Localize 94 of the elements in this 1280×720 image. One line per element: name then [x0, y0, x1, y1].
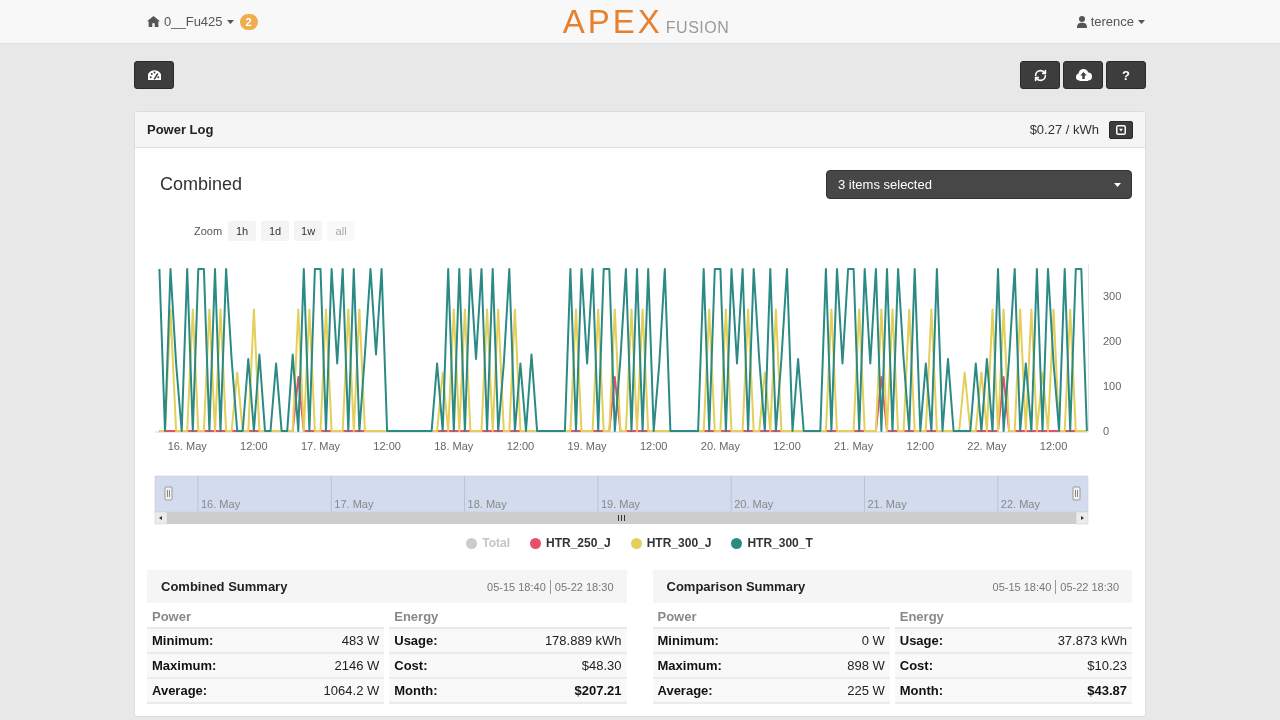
- site-menu-link[interactable]: 0__Fu425: [147, 14, 234, 29]
- row-label: Usage:: [894, 629, 1050, 654]
- x-axis-label: 12:00: [240, 440, 268, 452]
- x-axis-label: 22. May: [967, 440, 1007, 452]
- range-handle[interactable]: [164, 486, 173, 501]
- scroll-left-button[interactable]: [154, 511, 168, 525]
- caret-down-icon: [1138, 19, 1145, 24]
- x-axis-label: 18. May: [434, 440, 474, 452]
- user-menu-link[interactable]: terence: [1076, 14, 1145, 29]
- row-value: 225 W: [839, 679, 890, 704]
- logo-wordmark: APEX: [562, 5, 663, 38]
- zoom-button[interactable]: 1d: [261, 221, 290, 241]
- legend-item[interactable]: HTR_250_J: [530, 536, 611, 550]
- x-axis-label: 12:00: [773, 440, 801, 452]
- x-axis-label: 12:00: [373, 440, 401, 452]
- caret-down-icon: [226, 19, 234, 24]
- row-value: 178.889 kWh: [536, 629, 627, 654]
- row-label: Minimum:: [147, 629, 316, 654]
- card-title: Comparison Summary: [666, 579, 806, 594]
- row-label: Maximum:: [652, 654, 840, 679]
- x-axis-label: 19. May: [567, 440, 607, 452]
- collapse-button[interactable]: [1109, 120, 1133, 139]
- series-select[interactable]: 3 items selected: [826, 170, 1132, 199]
- row-label: Maximum:: [147, 654, 316, 679]
- row-value: $48.30: [536, 654, 627, 679]
- row-value: $207.21: [536, 679, 627, 704]
- row-value: 2146 W: [315, 654, 385, 679]
- y-axis-label: 200: [1103, 335, 1122, 347]
- range-handle[interactable]: [1072, 486, 1081, 501]
- x-axis-label: 16. May: [167, 440, 207, 452]
- navigator-date-label: 20. May: [734, 498, 774, 510]
- grip-icon: [618, 514, 625, 522]
- user-icon: [1076, 15, 1087, 28]
- row-label: Minimum:: [652, 629, 840, 654]
- logo-tagline: FUSION: [665, 20, 730, 36]
- x-axis-label: 12:00: [1039, 440, 1068, 452]
- y-axis-label: 100: [1103, 380, 1122, 392]
- zoom-button[interactable]: 1w: [294, 221, 323, 241]
- refresh-icon: [1033, 68, 1047, 82]
- legend-item[interactable]: HTR_300_J: [630, 536, 712, 550]
- navigator-date-label: 17. May: [334, 498, 374, 510]
- x-axis-label: 20. May: [700, 440, 740, 452]
- row-label: Cost:: [389, 654, 537, 679]
- home-icon: [147, 16, 160, 27]
- x-axis-label: 12:00: [906, 440, 935, 452]
- x-axis-label: 12:00: [506, 440, 535, 452]
- row-label: Month:: [894, 679, 1050, 704]
- navigator-date-label: 22. May: [1000, 498, 1040, 510]
- gauge-icon: [147, 70, 161, 80]
- y-axis-label: 300: [1103, 290, 1122, 302]
- row-value: $10.23: [1049, 654, 1132, 679]
- caret-down-icon: [1114, 182, 1121, 187]
- range-start: 05-15 18:40: [992, 580, 1052, 593]
- row-label: Average:: [147, 679, 316, 704]
- row-value: 0 W: [839, 629, 890, 654]
- x-axis-label: 17. May: [300, 440, 341, 452]
- section-title: Combined: [159, 174, 243, 195]
- upload-button[interactable]: [1063, 61, 1103, 89]
- navigator-date-label: 21. May: [867, 498, 907, 510]
- y-axis-label: 0: [1103, 425, 1110, 437]
- scroll-right-button[interactable]: [1075, 511, 1089, 525]
- notification-badge: 2: [239, 13, 258, 30]
- legend-dot-icon: [466, 537, 478, 549]
- range-end: 05-22 18:30: [554, 580, 614, 593]
- x-axis-label: 21. May: [834, 440, 874, 452]
- refresh-button[interactable]: [1020, 61, 1060, 89]
- row-value: 1064.2 W: [315, 679, 385, 704]
- row-label: Cost:: [894, 654, 1050, 679]
- card-title: Combined Summary: [161, 579, 288, 594]
- caret-left-icon: [159, 516, 162, 520]
- navigator-date-label: 16. May: [201, 498, 241, 510]
- zoom-label: Zoom: [194, 225, 223, 237]
- range-end: 05-22 18:30: [1060, 580, 1119, 593]
- rate-text: $0.27 / kWh: [1029, 122, 1099, 137]
- cloud-upload-icon: [1074, 69, 1092, 81]
- zoom-button[interactable]: 1h: [228, 221, 257, 241]
- scrollbar-thumb[interactable]: [167, 512, 1076, 524]
- dashboard-button[interactable]: [134, 61, 174, 89]
- row-label: Average:: [652, 679, 840, 704]
- row-value: 37.873 kWh: [1049, 629, 1132, 654]
- row-label: Usage:: [389, 629, 537, 654]
- help-button[interactable]: ?: [1106, 61, 1146, 89]
- x-axis-label: 12:00: [639, 440, 668, 452]
- navigator-date-label: 19. May: [600, 498, 641, 510]
- row-value: $43.87: [1049, 679, 1132, 704]
- row-value: 898 W: [839, 654, 890, 679]
- row-value: 483 W: [315, 629, 385, 654]
- range-start: 05-15 18:40: [487, 580, 546, 593]
- row-label: Month:: [389, 679, 537, 704]
- navigator-date-label: 18. May: [467, 498, 507, 510]
- panel-title: Power Log: [147, 122, 214, 137]
- caret-right-icon: [1081, 516, 1084, 520]
- legend-item[interactable]: HTR_300_T: [731, 536, 813, 550]
- caret-down-square-icon: [1116, 124, 1126, 135]
